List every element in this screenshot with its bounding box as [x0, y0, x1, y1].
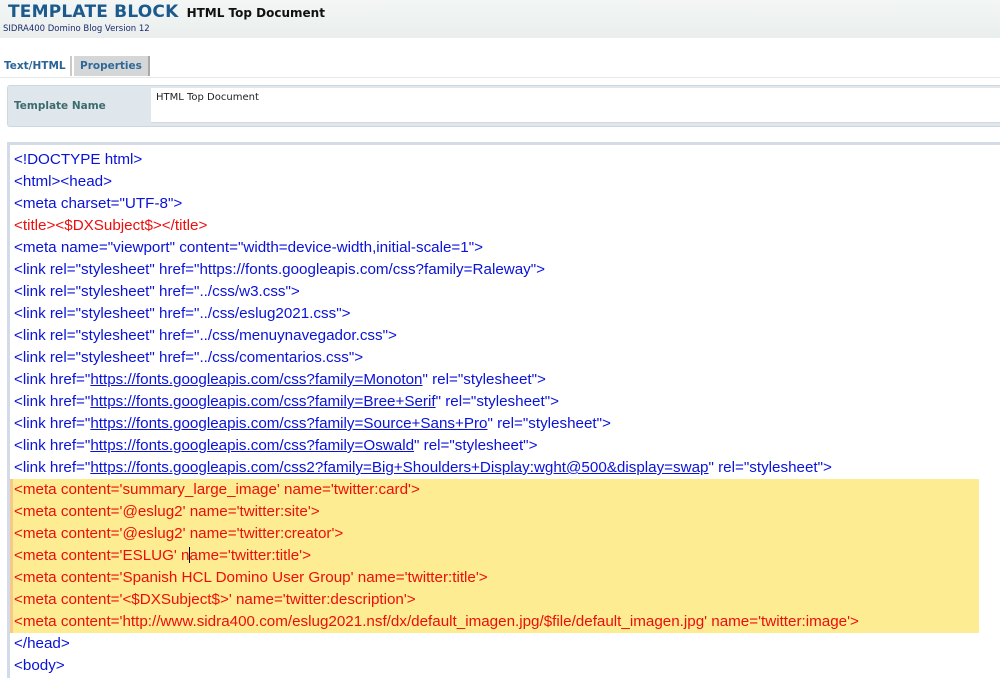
code-line[interactable]: <link href="https://fonts.googleapis.com…	[14, 369, 859, 391]
code-line-text: <meta content='Spanish HCL Domino User G…	[14, 569, 488, 586]
code-line[interactable]: <meta charset="UTF-8">	[14, 193, 859, 215]
code-line[interactable]: <link href="https://fonts.googleapis.com…	[14, 391, 859, 413]
brand-title: TEMPLATE BLOCK	[8, 2, 179, 22]
code-line-text: <link href="	[14, 393, 91, 410]
code-line-text: </head>	[14, 635, 70, 652]
code-line-text: <link href="	[14, 415, 91, 432]
code-line[interactable]: <!DOCTYPE html>	[14, 149, 859, 171]
page-header: TEMPLATE BLOCK HTML Top Document SIDRA40…	[0, 0, 1000, 38]
code-line[interactable]: <body>	[14, 655, 859, 677]
code-line-text: <html><head>	[14, 173, 112, 190]
code-editor[interactable]: <!DOCTYPE html> <html><head> <meta charset…	[7, 142, 1000, 678]
code-line-text: <meta content='@eslug2' name='twitter:si…	[14, 503, 320, 520]
code-line-text: <link href="	[14, 371, 91, 388]
code-line[interactable]: <meta content='http://www.sidra400.com/e…	[14, 611, 859, 633]
code-line[interactable]: </head>	[14, 633, 859, 655]
code-line-text: <link rel="stylesheet" href="../css/w3.c…	[14, 283, 300, 300]
code-line[interactable]: <link rel="stylesheet" href="../css/w3.c…	[14, 281, 859, 303]
code-line-text: " rel="stylesheet">	[414, 437, 538, 454]
code-line-text: <body>	[14, 657, 65, 674]
code-line-text: <link href="	[14, 459, 91, 476]
code-line-text: <meta content='http://www.sidra400.com/e…	[14, 613, 859, 630]
app-subtitle: SIDRA400 Domino Blog Version 12	[3, 24, 150, 34]
tab-text-html[interactable]: Text/HTML	[0, 56, 72, 76]
code-url-link[interactable]: https://fonts.googleapis.com/css2?family…	[90, 459, 708, 476]
code-line[interactable]: <meta content='<$DXSubject$>' name='twit…	[14, 589, 859, 611]
code-line[interactable]: <meta content='summary_large_image' name…	[14, 479, 859, 501]
code-line[interactable]: <title><$DXSubject$></title>	[14, 215, 859, 237]
code-line[interactable]: <link rel="stylesheet" href="https://fon…	[14, 259, 859, 281]
code-line[interactable]: <link rel="stylesheet" href="../css/eslu…	[14, 303, 859, 325]
code-line-text: <!DOCTYPE html>	[14, 151, 143, 168]
template-name-field[interactable]: HTML Top Document	[151, 88, 1000, 123]
code-line-text: <meta content='ESLUG' n	[14, 547, 190, 564]
code-line-text: <meta content='<$DXSubject$>' name='twit…	[14, 591, 416, 608]
header-title: TEMPLATE BLOCK HTML Top Document	[8, 2, 325, 22]
code-line-text: <meta content='@eslug2' name='twitter:cr…	[14, 525, 344, 542]
code-url-link[interactable]: https://fonts.googleapis.com/css?family=…	[90, 437, 414, 454]
tab-properties[interactable]: Properties	[74, 56, 150, 76]
code-line-text: <link rel="stylesheet" href="../css/menu…	[14, 327, 397, 344]
code-line-text: <link rel="stylesheet" href="https://fon…	[14, 261, 546, 278]
code-line[interactable]: <meta content='@eslug2' name='twitter:cr…	[14, 523, 859, 545]
code-line-text: " rel="stylesheet">	[708, 459, 832, 476]
selection-highlight-edge	[10, 479, 13, 633]
code-line-text: <meta name="viewport" content="width=dev…	[14, 239, 484, 256]
code-line[interactable]: <link rel="stylesheet" href="../css/menu…	[14, 325, 859, 347]
code-line[interactable]: <link href="https://fonts.googleapis.com…	[14, 457, 859, 479]
code-line[interactable]: <meta name="viewport" content="width=dev…	[14, 237, 859, 259]
code-line-text: " rel="stylesheet">	[422, 371, 546, 388]
code-content[interactable]: <!DOCTYPE html> <html><head> <meta charset…	[14, 149, 859, 677]
code-line[interactable]: <meta content='@eslug2' name='twitter:si…	[14, 501, 859, 523]
tab-bar: Text/HTML Properties	[0, 56, 1000, 78]
code-line-text: <link rel="stylesheet" href="../css/eslu…	[14, 305, 351, 322]
code-url-link[interactable]: https://fonts.googleapis.com/css?family=…	[90, 371, 422, 388]
code-line-text: ame='twitter:title'>	[189, 547, 311, 564]
code-line-text: <title><$DXSubject$></title>	[14, 217, 208, 234]
code-line-text: <link href="	[14, 437, 91, 454]
code-url-link[interactable]: https://fonts.googleapis.com/css?family=…	[90, 393, 435, 410]
code-line[interactable]: <link href="https://fonts.googleapis.com…	[14, 435, 859, 457]
code-line-text: <meta content='summary_large_image' name…	[14, 481, 420, 498]
template-name-row: Template Name HTML Top Document	[7, 85, 1000, 127]
code-line[interactable]: <meta content='Spanish HCL Domino User G…	[14, 567, 859, 589]
code-line-text: " rel="stylesheet">	[487, 415, 611, 432]
code-line[interactable]: <link href="https://fonts.googleapis.com…	[14, 413, 859, 435]
template-name-label: Template Name	[14, 100, 106, 112]
code-line[interactable]: <meta content='ESLUG' name='twitter:titl…	[14, 545, 859, 567]
code-line-text: <link rel="stylesheet" href="../css/come…	[14, 349, 364, 366]
document-title: HTML Top Document	[186, 6, 325, 20]
code-line[interactable]: <link rel="stylesheet" href="../css/come…	[14, 347, 859, 369]
code-url-link[interactable]: https://fonts.googleapis.com/css?family=…	[90, 415, 487, 432]
code-line[interactable]: <html><head>	[14, 171, 859, 193]
code-line-text: <meta charset="UTF-8">	[14, 195, 183, 212]
code-line-text: " rel="stylesheet">	[435, 393, 559, 410]
